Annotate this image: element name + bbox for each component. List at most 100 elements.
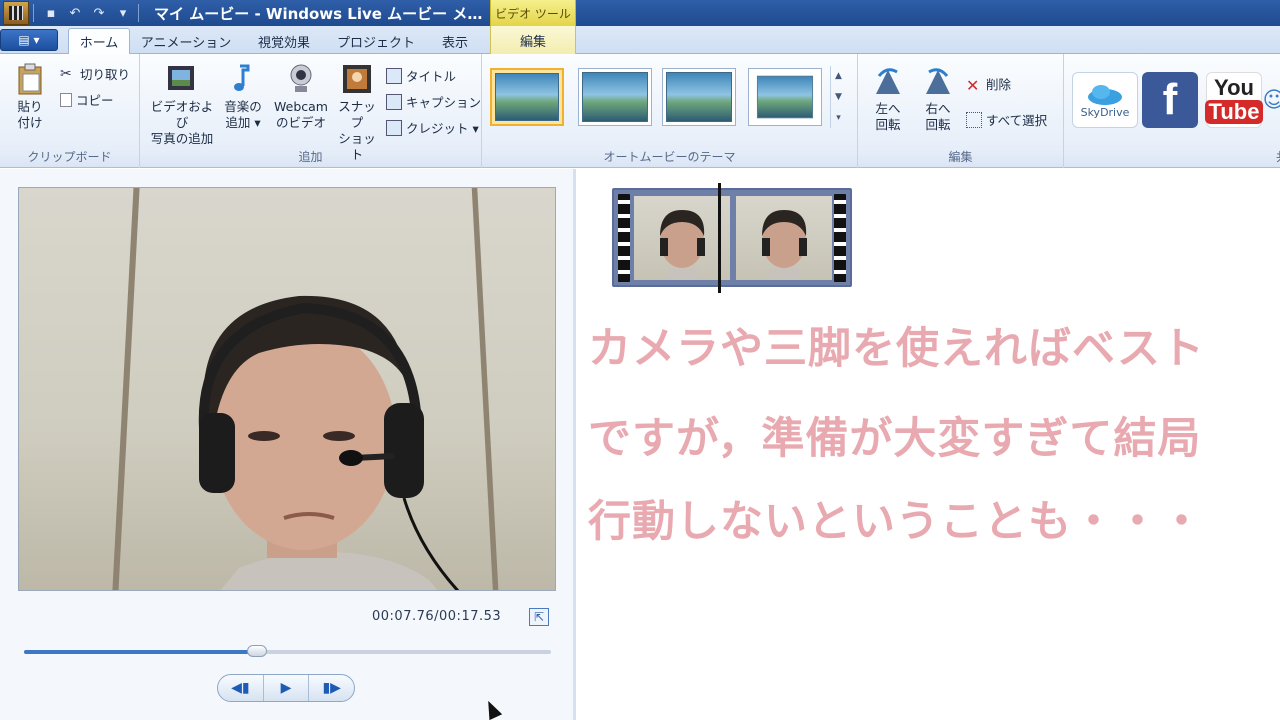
play-icon: ▶ [280,680,292,696]
quick-access-toolbar: ▪ ↶ ↷ ▾ [0,0,143,26]
redo-icon[interactable]: ↷ [88,3,110,23]
ribbon: 貼り 付け ✂ 切り取り コピー クリップボード ビデオおよび 写真の追加 音楽… [0,54,1280,168]
seek-bar-thumb[interactable] [247,645,268,657]
application-menu-button[interactable]: ▤ ▾ [0,29,58,51]
clipboard-group: 貼り 付け ✂ 切り取り コピー クリップボード [0,54,140,168]
clipboard-group-label: クリップボード [27,150,112,164]
copy-button[interactable]: コピー [60,90,114,109]
webcam-label-1: Webcam [274,99,328,114]
webcam-icon [290,64,312,92]
video-preview[interactable] [18,187,556,591]
next-frame-button[interactable]: ▮▶ [308,675,354,701]
copy-icon [60,92,72,107]
paste-label-2: 付け [17,115,43,130]
save-icon[interactable]: ▪ [40,3,62,23]
facebook-logo-icon: f [1162,75,1178,124]
gallery-scroll[interactable]: ▲ ▼ ▾ [830,66,846,128]
gallery-up-icon[interactable]: ▲ [835,71,842,81]
rotate-right-button[interactable]: 右へ 回転 [916,64,960,133]
caption-button[interactable]: キャプション [386,92,481,111]
delete-x-icon: ✕ [966,75,980,95]
select-all-button[interactable]: すべて選択 [966,110,1047,129]
credits-icon [386,119,402,136]
clip-frame [634,196,730,280]
tab-project[interactable]: プロジェクト [334,28,418,54]
paste-button[interactable]: 貼り 付け [10,62,50,131]
playhead[interactable] [718,183,721,293]
gallery-more-icon[interactable]: ▾ [836,113,841,123]
undo-icon[interactable]: ↶ [64,3,86,23]
facebook-button[interactable]: f [1142,72,1198,128]
add-videos-photos-button[interactable]: ビデオおよび 写真の追加 [146,62,218,147]
tab-edit[interactable]: 編集 [490,26,576,54]
overlay-caption-line: カメラや三脚を使えればベスト [588,324,1205,374]
delete-label: 削除 [986,77,1012,92]
app-icon[interactable] [3,1,29,25]
add-music-button[interactable]: 音楽の 追加 ▾ [220,62,266,131]
rotate-right-label-1: 右へ [925,101,951,116]
snapshot-icon [343,65,371,93]
cut-label: 切り取り [80,67,131,82]
storyboard: カメラや三脚を使えればベスト ですが，準備が大変すぎて結局 行動しないということ… [579,169,1280,720]
credits-button[interactable]: クレジット ▾ [386,118,479,137]
theme-thumbnail[interactable] [490,68,564,126]
tab-visual-effects[interactable]: 視覚効果 [244,28,324,54]
more-share-icon[interactable]: ☺ [1263,72,1280,128]
theme-thumbnail[interactable] [662,68,736,126]
separator [138,4,139,22]
add-music-label-1: 音楽の [224,99,262,114]
film-sprocket [834,194,846,282]
rotate-left-button[interactable]: 左へ 回転 [866,64,910,133]
cut-button[interactable]: ✂ 切り取り [60,64,130,83]
themes-group-label: オートムービーのテーマ [603,150,736,164]
snapshot-label-1: スナップ [338,99,376,130]
music-note-icon [234,64,250,91]
expand-preview-icon[interactable]: ⇱ [529,608,549,626]
paste-label-1: 貼り [17,99,43,114]
skydrive-label: SkyDrive [1080,105,1130,119]
video-clip-thumbnail[interactable] [612,188,852,287]
title-icon [386,67,402,84]
previous-frame-icon: ◀▮ [231,680,250,696]
previous-frame-button[interactable]: ◀▮ [218,675,263,701]
youtube-button[interactable]: You Tube [1204,72,1264,128]
window-title: マイ ムービー - Windows Live ムービー メ… [154,5,483,23]
add-videos-label-2: 写真の追加 [150,131,214,146]
add-videos-label-1: ビデオおよび [150,99,214,130]
webcam-video-button[interactable]: Webcam のビデオ [270,62,332,131]
skydrive-button[interactable]: SkyDrive [1072,72,1138,128]
youtube-label-2: Tube [1204,100,1264,124]
rotate-right-icon [926,68,950,94]
share-group: SkyDrive f You Tube ☺ 共有 [1064,54,1280,168]
play-button[interactable]: ▶ [262,675,309,701]
theme-thumbnail[interactable] [578,68,652,126]
separator [33,4,34,22]
title-label: タイトル [406,69,457,84]
copy-label: コピー [76,93,114,108]
seek-bar[interactable] [24,645,551,657]
title-button[interactable]: タイトル [386,66,456,85]
caption-icon [386,93,402,110]
seek-bar-fill [24,650,258,654]
tab-view[interactable]: 表示 [428,28,482,54]
tab-animations[interactable]: アニメーション [140,28,232,54]
cloud-icon [1088,84,1122,105]
share-group-label: 共有 [1224,148,1280,165]
delete-button[interactable]: ✕ 削除 [966,74,1012,95]
overlay-caption-line: ですが，準備が大変すぎて結局 [588,414,1202,464]
clip-frame [736,196,832,280]
film-photo-icon [168,66,194,90]
gallery-down-icon[interactable]: ▼ [835,92,842,102]
theme-thumbnail[interactable] [748,68,822,126]
rotate-left-label-1: 左へ [875,101,901,116]
paste-icon [18,63,42,95]
preview-pane: 00:07.76/00:17.53 ⇱ ◀▮ ▶ ▮▶ [0,169,576,720]
customize-qat-icon[interactable]: ▾ [112,3,134,23]
tab-home[interactable]: ホーム [68,28,130,54]
select-all-icon [966,111,982,128]
scissors-icon: ✂ [60,65,72,82]
overlay-caption-line: 行動しないということも・・・ [588,497,1204,547]
film-sprocket [618,194,630,282]
video-frame-person [198,295,460,590]
webcam-label-2: のビデオ [275,115,326,130]
